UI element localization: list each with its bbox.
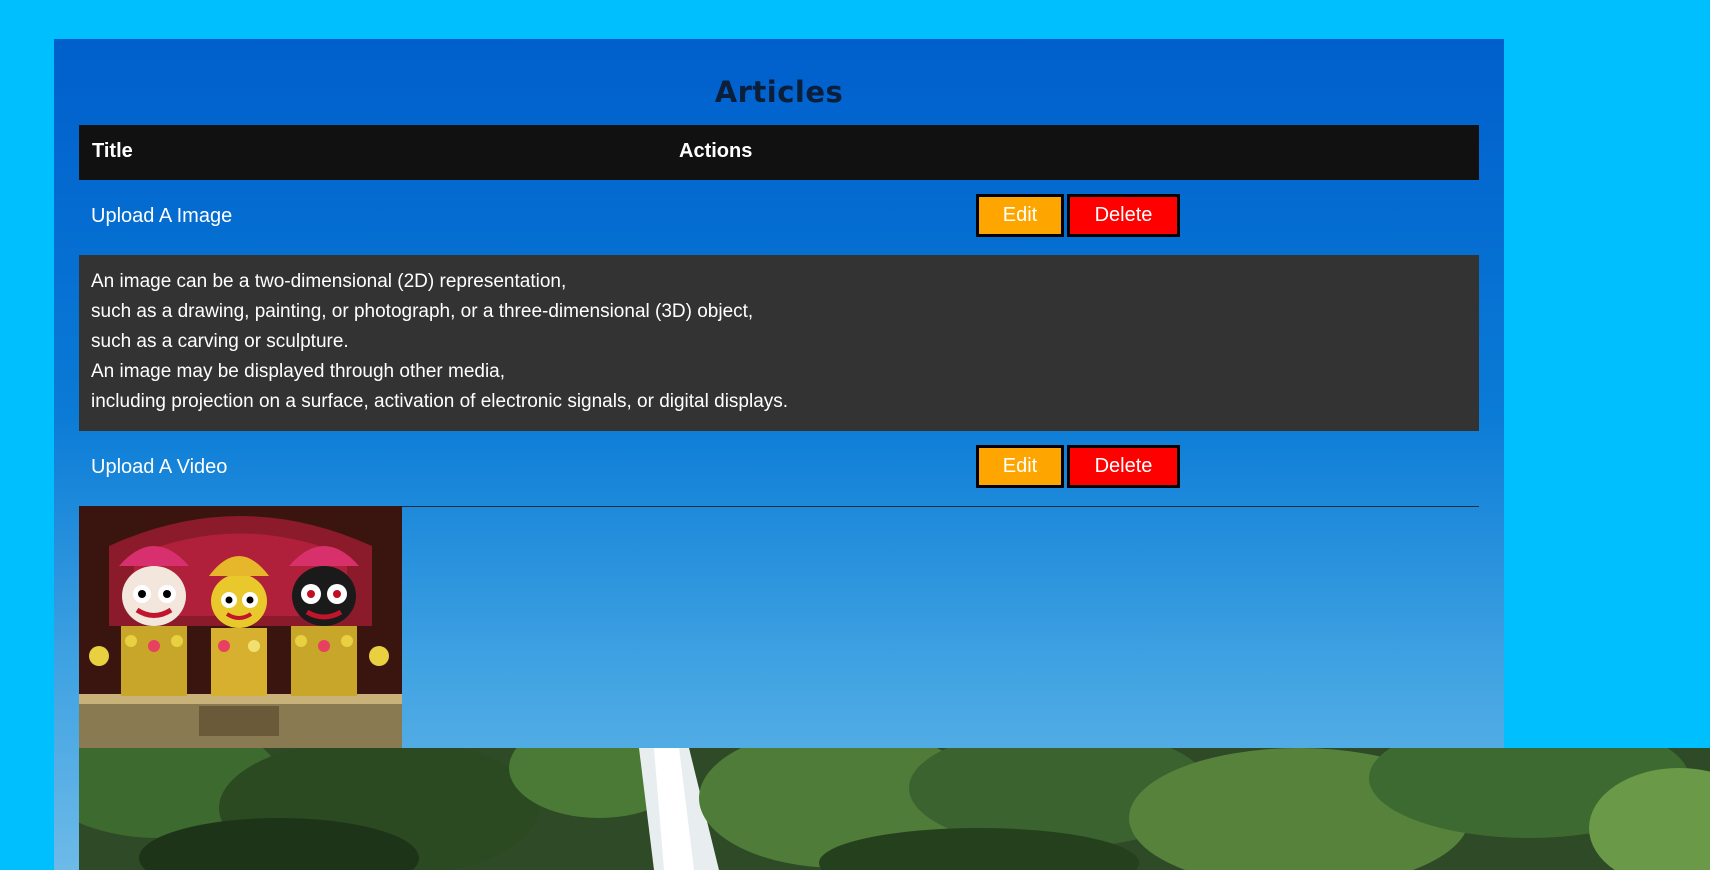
article-title: Upload A Image bbox=[91, 205, 233, 227]
deity-image bbox=[79, 506, 402, 748]
article-description: An image can be a two-dimensional (2D) r… bbox=[79, 255, 1479, 431]
description-line: An image can be a two-dimensional (2D) r… bbox=[91, 271, 567, 292]
articles-table: Title Actions Upload A Image Edit Delete… bbox=[79, 125, 1479, 507]
table-row: Upload A Video Edit Delete bbox=[79, 431, 1479, 507]
delete-button[interactable]: Delete bbox=[1067, 445, 1180, 488]
table-header: Title Actions bbox=[79, 125, 1479, 180]
table-row: Upload A Image Edit Delete bbox=[79, 180, 1479, 255]
description-line: An image may be displayed through other … bbox=[91, 361, 506, 382]
row-actions: Edit Delete bbox=[976, 194, 1180, 237]
header-title: Title bbox=[92, 140, 133, 162]
page-title: Articles bbox=[714, 75, 844, 109]
article-title: Upload A Video bbox=[91, 456, 228, 478]
edit-button[interactable]: Edit bbox=[976, 445, 1064, 488]
articles-panel: Articles Title Actions Upload A Image Ed… bbox=[54, 39, 1504, 870]
description-line: such as a drawing, painting, or photogra… bbox=[91, 301, 754, 322]
description-line: including projection on a surface, activ… bbox=[91, 391, 789, 412]
row-actions: Edit Delete bbox=[976, 445, 1180, 488]
edit-button[interactable]: Edit bbox=[976, 194, 1064, 237]
delete-button[interactable]: Delete bbox=[1067, 194, 1180, 237]
background-waterfall-image bbox=[79, 748, 1710, 870]
header-actions: Actions bbox=[679, 140, 753, 162]
description-line: such as a carving or sculpture. bbox=[91, 331, 349, 352]
